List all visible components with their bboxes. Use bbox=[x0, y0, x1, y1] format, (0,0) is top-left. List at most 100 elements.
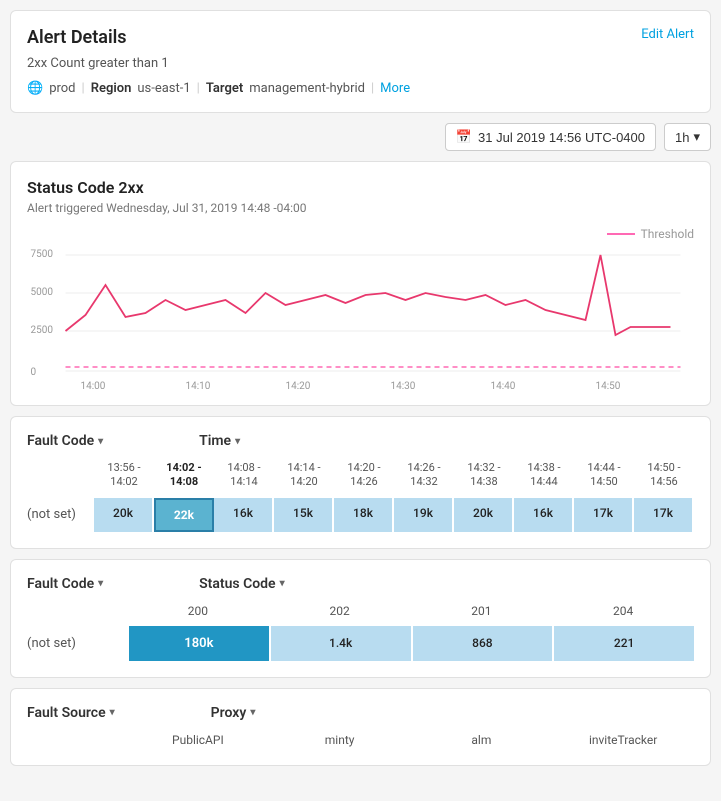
date-value: 31 Jul 2019 14:56 UTC-0400 bbox=[478, 130, 645, 145]
proxy-col-label: Proxy bbox=[211, 705, 247, 721]
fault-source-card: Fault Source ▾ Proxy ▾ PublicAPImintyalm… bbox=[10, 688, 711, 766]
time-cell[interactable]: 22k bbox=[154, 498, 214, 532]
time-col-header-item: 14:32 - 14:38 bbox=[454, 459, 514, 492]
time-col-headers: 13:56 - 14:0214:02 - 14:0814:08 - 14:141… bbox=[94, 459, 694, 492]
time-cell[interactable]: 20k bbox=[94, 498, 154, 532]
time-cell[interactable]: 17k bbox=[634, 498, 694, 532]
fault-code-status-col-header[interactable]: Fault Code ▾ bbox=[27, 576, 103, 592]
proxy-col-header-item: PublicAPI bbox=[127, 731, 269, 749]
time-table-row: (not set) 20k22k16k15k18k19k20k16k17k17k bbox=[27, 498, 694, 532]
fault-code-time-card: Fault Code ▾ Time ▾ 13:56 - 14:0214:02 -… bbox=[10, 416, 711, 549]
fault-source-col-label: Fault Source bbox=[27, 705, 106, 721]
svg-text:2500: 2500 bbox=[31, 325, 54, 336]
time-col-header-item: 14:50 - 14:56 bbox=[634, 459, 694, 492]
time-cell[interactable]: 15k bbox=[274, 498, 334, 532]
threshold-line-icon bbox=[607, 233, 635, 235]
svg-text:14:00: 14:00 bbox=[81, 381, 106, 392]
svg-text:0: 0 bbox=[31, 367, 37, 378]
proxy-spacer bbox=[27, 731, 127, 749]
alert-meta: 🌐 prod | Region us-east-1 | Target manag… bbox=[27, 81, 694, 96]
status-table-wrapper: 200202201204 (not set) 180k1.4k868221 bbox=[27, 602, 694, 661]
time-col-header-item: 14:14 - 14:20 bbox=[274, 459, 334, 492]
alert-description: 2xx Count greater than 1 bbox=[27, 56, 694, 71]
target-label: Target bbox=[206, 81, 243, 96]
svg-text:14:50: 14:50 bbox=[596, 381, 621, 392]
status-code-col-header[interactable]: Status Code ▾ bbox=[199, 576, 284, 592]
alert-details-card: Alert Details Edit Alert 2xx Count great… bbox=[10, 10, 711, 113]
threshold-label: Threshold bbox=[641, 227, 694, 241]
svg-text:5000: 5000 bbox=[31, 287, 54, 298]
fault-code-col-header[interactable]: Fault Code ▾ bbox=[27, 433, 103, 449]
toolbar: 📅 31 Jul 2019 14:56 UTC-0400 1h ▾ bbox=[10, 123, 711, 151]
proxy-col-header[interactable]: Proxy ▾ bbox=[211, 705, 256, 721]
calendar-icon: 📅 bbox=[456, 129, 472, 145]
status-table-row: (not set) 180k1.4k868221 bbox=[27, 626, 694, 661]
separator-2: | bbox=[197, 81, 200, 96]
time-col-header[interactable]: Time ▾ bbox=[199, 433, 240, 449]
chart-svg: 7500 5000 2500 0 14:00 14:10 14:20 14:30… bbox=[27, 245, 694, 395]
status-col-header-item: 204 bbox=[552, 602, 694, 620]
fault-code-status-card: Fault Code ▾ Status Code ▾ 200202201204 … bbox=[10, 559, 711, 678]
fault-code-col-label: Fault Code bbox=[27, 433, 94, 449]
proxy-col-header-item: alm bbox=[411, 731, 553, 749]
time-range-button[interactable]: 1h ▾ bbox=[664, 123, 711, 151]
time-col-header-item: 14:38 - 14:44 bbox=[514, 459, 574, 492]
time-cell[interactable]: 16k bbox=[214, 498, 274, 532]
time-cell[interactable]: 19k bbox=[394, 498, 454, 532]
chart-title: Status Code 2xx bbox=[27, 178, 694, 197]
status-cell[interactable]: 1.4k bbox=[271, 626, 411, 661]
proxy-caret-icon: ▾ bbox=[250, 707, 255, 718]
chevron-down-icon: ▾ bbox=[693, 129, 700, 145]
status-cell[interactable]: 868 bbox=[413, 626, 553, 661]
time-col-header-item: 13:56 - 14:02 bbox=[94, 459, 154, 492]
time-cell[interactable]: 16k bbox=[514, 498, 574, 532]
chart-subtitle: Alert triggered Wednesday, Jul 31, 2019 … bbox=[27, 201, 694, 215]
time-table-wrapper: 13:56 - 14:0214:02 - 14:0814:08 - 14:141… bbox=[27, 459, 694, 532]
time-col-header-item: 14:08 - 14:14 bbox=[214, 459, 274, 492]
svg-text:14:20: 14:20 bbox=[286, 381, 311, 392]
svg-text:14:30: 14:30 bbox=[391, 381, 416, 392]
region-label: Region bbox=[91, 81, 132, 96]
proxy-col-headers: PublicAPImintyalminviteTracker bbox=[127, 731, 694, 749]
row-label-spacer bbox=[27, 459, 94, 492]
fault-code-status-row-label: (not set) bbox=[27, 636, 127, 651]
status-code-col-label: Status Code bbox=[199, 576, 275, 592]
time-col-header-item: 14:44 - 14:50 bbox=[574, 459, 634, 492]
proxy-col-header-item: minty bbox=[269, 731, 411, 749]
time-col-header-item: 14:20 - 14:26 bbox=[334, 459, 394, 492]
separator-1: | bbox=[82, 81, 85, 96]
time-cell[interactable]: 20k bbox=[454, 498, 514, 532]
status-col-header-item: 202 bbox=[269, 602, 411, 620]
time-cell[interactable]: 17k bbox=[574, 498, 634, 532]
status-cells: 180k1.4k868221 bbox=[129, 626, 694, 661]
chart-legend: Threshold bbox=[27, 227, 694, 241]
separator-3: | bbox=[371, 81, 374, 96]
target-value: management-hybrid bbox=[249, 81, 365, 96]
time-col-label: Time bbox=[199, 433, 231, 449]
chart-card: Status Code 2xx Alert triggered Wednesda… bbox=[10, 161, 711, 406]
svg-text:14:10: 14:10 bbox=[186, 381, 211, 392]
time-range-value: 1h bbox=[675, 130, 689, 145]
date-picker-button[interactable]: 📅 31 Jul 2019 14:56 UTC-0400 bbox=[445, 123, 656, 151]
fault-source-col-header[interactable]: Fault Source ▾ bbox=[27, 705, 115, 721]
proxy-col-headers-row: PublicAPImintyalminviteTracker bbox=[27, 731, 694, 749]
region-value: us-east-1 bbox=[137, 81, 190, 96]
status-row-label-spacer bbox=[27, 602, 127, 620]
svg-text:7500: 7500 bbox=[31, 249, 54, 260]
status-col-header-item: 200 bbox=[127, 602, 269, 620]
status-cell[interactable]: 221 bbox=[554, 626, 694, 661]
more-link[interactable]: More bbox=[380, 81, 410, 96]
status-col-header-item: 201 bbox=[411, 602, 553, 620]
status-cell[interactable]: 180k bbox=[129, 626, 269, 661]
globe-icon: 🌐 bbox=[27, 81, 43, 96]
env-value: prod bbox=[49, 81, 75, 96]
time-col-header-item: 14:02 - 14:08 bbox=[154, 459, 214, 492]
alert-details-header: Alert Details Edit Alert bbox=[27, 27, 694, 48]
time-cell[interactable]: 18k bbox=[334, 498, 394, 532]
time-col-header-item: 14:26 - 14:32 bbox=[394, 459, 454, 492]
time-caret-icon: ▾ bbox=[235, 436, 240, 447]
time-cells: 20k22k16k15k18k19k20k16k17k17k bbox=[94, 498, 694, 532]
edit-alert-link[interactable]: Edit Alert bbox=[641, 27, 694, 42]
alert-title: Alert Details bbox=[27, 27, 127, 48]
fault-code-caret-icon: ▾ bbox=[98, 436, 103, 447]
